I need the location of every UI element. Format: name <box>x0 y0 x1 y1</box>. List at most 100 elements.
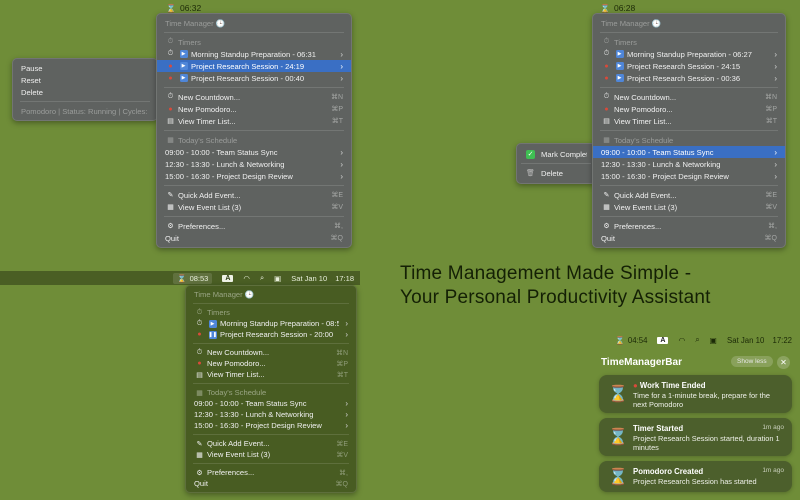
timer-item[interactable]: ● ▶ Project Research Session - 24:15 › <box>593 60 785 72</box>
chevron-right-icon: › <box>345 421 348 430</box>
reset-menu-item[interactable]: Reset <box>13 74 157 86</box>
hourglass-icon: ⌛ <box>600 3 610 13</box>
input-source[interactable]: A <box>222 274 234 282</box>
hourglass-icon: ⌛ <box>608 429 628 446</box>
event-item[interactable]: 12:30 - 13:30 - Lunch & Networking › <box>593 158 785 170</box>
notification-card[interactable]: ⌛ Pomodoro Created 1m ago Project Resear… <box>599 461 792 492</box>
close-icon[interactable]: ✕ <box>777 356 790 369</box>
calendar-icon: ▦ <box>196 389 203 397</box>
event-item[interactable]: 15:00 - 16:30 - Project Design Review › <box>186 420 356 431</box>
view-timer-list-item[interactable]: ▤ View Timer List... ⌘T <box>157 115 351 127</box>
quit-item[interactable]: Quit ⌘Q <box>593 232 785 244</box>
preferences-item[interactable]: ⚙ Preferences... ⌘, <box>186 467 356 478</box>
view-event-list-item[interactable]: ▦ View Event List (3) ⌘V <box>157 201 351 213</box>
schedule-header: ▦ Today's Schedule <box>593 134 785 146</box>
list-icon: ▤ <box>196 371 203 379</box>
play-icon: ▶ <box>614 74 625 82</box>
preferences-item[interactable]: ⚙ Preferences... ⌘, <box>157 220 351 232</box>
quit-item[interactable]: Quit ⌘Q <box>186 478 356 489</box>
chevron-right-icon: › <box>345 319 348 328</box>
calendar-icon: ▦ <box>167 137 174 144</box>
gear-icon: ⚙ <box>196 469 203 477</box>
time-manager-menu: Time Manager 🕒 ⏱ Timers ⏱ ▶ Morning Standup… <box>185 285 357 493</box>
note-icon: ✎ <box>603 192 610 199</box>
chevron-right-icon: › <box>340 147 343 157</box>
notification-card[interactable]: ⌛ ● Work Time Ended Time for a 1-minute … <box>599 375 792 413</box>
control-center-icon[interactable]: ▣ <box>710 336 717 345</box>
event-item[interactable]: 15:00 - 16:30 - Project Design Review › <box>157 170 351 182</box>
timer-item[interactable]: ● ❚❚ Project Research Session - 20:00 › <box>186 329 356 340</box>
timer-item[interactable]: ⏱ ▶ Morning Standup Preparation - 06:31 › <box>157 48 351 60</box>
control-center-icon[interactable]: ▣ <box>274 274 281 283</box>
note-icon: ✎ <box>167 192 174 199</box>
pause-menu-item[interactable]: Pause <box>13 62 157 74</box>
chevron-right-icon: › <box>345 330 348 339</box>
tomato-icon: ● <box>604 62 609 70</box>
headline-line-1: Time Management Made Simple - <box>400 263 692 284</box>
menubar-timer[interactable]: ⌛ 04:54 <box>615 336 647 345</box>
preferences-item[interactable]: ⚙ Preferences... ⌘, <box>593 220 785 232</box>
event-item[interactable]: 12:30 - 13:30 - Lunch & Networking › <box>157 158 351 170</box>
timer-context-menu: Pause Reset Delete Pomodoro | Status: Ru… <box>12 58 158 121</box>
timer-item[interactable]: ● ▶ Project Research Session - 00:40 › <box>157 72 351 84</box>
gear-icon: ⚙ <box>603 223 610 230</box>
schedule-header: ▦ Today's Schedule <box>186 387 356 398</box>
headline-line-2: Your Personal Productivity Assistant <box>400 287 711 308</box>
view-event-list-item[interactable]: ▦ View Event List (3) ⌘V <box>593 201 785 213</box>
delete-menu-item[interactable]: 🗑 Delete <box>517 166 595 180</box>
search-icon[interactable]: ⌕ <box>695 335 699 345</box>
event-item[interactable]: 09:00 - 10:00 - Team Status Sync › <box>186 398 356 409</box>
tomato-icon: ● <box>604 74 609 82</box>
timer-item[interactable]: ⏱ ▶ Morning Standup Preparation - 08:53 › <box>186 318 356 329</box>
quick-add-event-item[interactable]: ✎ Quick Add Event... ⌘E <box>593 189 785 201</box>
menu-bar: ⌛ 08:53 A ◠ ⌕ ▣ Sat Jan 10 17:18 <box>0 271 360 285</box>
timers-header: ⏱ Timers <box>186 307 356 318</box>
notification-app-name: TimeManagerBar <box>601 357 682 368</box>
mark-complete-menu-item[interactable]: ✓Mark Complete <box>517 147 595 161</box>
input-source[interactable]: A <box>657 336 669 344</box>
delete-menu-item[interactable]: Delete <box>13 86 157 98</box>
timer-item[interactable]: ⏱ ▶ Morning Standup Preparation - 06:27 › <box>593 48 785 60</box>
search-icon[interactable]: ⌕ <box>260 273 264 283</box>
notification-card[interactable]: ⌛ Timer Started 1m ago Project Research … <box>599 418 792 456</box>
play-icon: ▶ <box>178 50 189 58</box>
quick-add-event-item[interactable]: ✎ Quick Add Event... ⌘E <box>157 189 351 201</box>
view-timer-list-item[interactable]: ▤ View Timer List... ⌘T <box>186 369 356 380</box>
view-event-list-item[interactable]: ▦ View Event List (3) ⌘V <box>186 449 356 460</box>
quit-item[interactable]: Quit ⌘Q <box>157 232 351 244</box>
event-item[interactable]: 09:00 - 10:00 - Team Status Sync › <box>593 146 785 158</box>
wifi-icon[interactable]: ◠ <box>678 336 685 345</box>
menubar-timer[interactable]: ⌛ 08:53 <box>173 272 213 284</box>
menubar-date[interactable]: Sat Jan 10 17:22 <box>727 336 792 345</box>
timer-item[interactable]: ● ▶ Project Research Session - 00:36 › <box>593 72 785 84</box>
time-manager-menu: Time Manager 🕒 ⏱ Timers ⏱ ▶ Morning Standup… <box>156 13 352 248</box>
new-countdown-item[interactable]: ⏱ New Countdown... ⌘N <box>157 91 351 103</box>
chevron-right-icon: › <box>345 410 348 419</box>
tomato-icon: ● <box>197 331 202 338</box>
clock-icon: ⏱ <box>603 38 610 45</box>
show-less-button[interactable]: Show less <box>731 356 773 367</box>
hourglass-icon: ⌛ <box>166 3 176 13</box>
new-pomodoro-item[interactable]: ● New Pomodoro... ⌘P <box>186 358 356 369</box>
new-pomodoro-item[interactable]: ● New Pomodoro... ⌘P <box>157 103 351 115</box>
chevron-right-icon: › <box>774 73 777 83</box>
view-timer-list-item[interactable]: ▤ View Timer List... ⌘T <box>593 115 785 127</box>
menubar-date[interactable]: Sat Jan 10 17:18 <box>291 274 354 283</box>
menubar-timer-left[interactable]: ⌛ 06:32 <box>166 3 201 13</box>
stopwatch-icon: ⏱ <box>196 348 203 356</box>
wifi-icon[interactable]: ◠ <box>243 274 250 283</box>
play-icon: ▶ <box>178 62 189 70</box>
quick-add-event-item[interactable]: ✎ Quick Add Event... ⌘E <box>186 438 356 449</box>
timer-item[interactable]: ● ▶ Project Research Session - 24:19 › <box>157 60 351 72</box>
menubar-timer-right[interactable]: ⌛ 06:28 <box>600 3 635 13</box>
note-icon: ✎ <box>196 440 203 448</box>
new-countdown-item[interactable]: ⏱ New Countdown... ⌘N <box>593 91 785 103</box>
new-countdown-item[interactable]: ⏱ New Countdown... ⌘N <box>186 347 356 358</box>
event-item[interactable]: 12:30 - 13:30 - Lunch & Networking › <box>186 409 356 420</box>
clock-icon: ⏱ <box>196 308 203 316</box>
clock-icon: 🕒 <box>244 289 255 299</box>
new-pomodoro-item[interactable]: ● New Pomodoro... ⌘P <box>593 103 785 115</box>
event-item[interactable]: 09:00 - 10:00 - Team Status Sync › <box>157 146 351 158</box>
event-item[interactable]: 15:00 - 16:30 - Project Design Review › <box>593 170 785 182</box>
calendar-icon: ▦ <box>603 204 610 211</box>
